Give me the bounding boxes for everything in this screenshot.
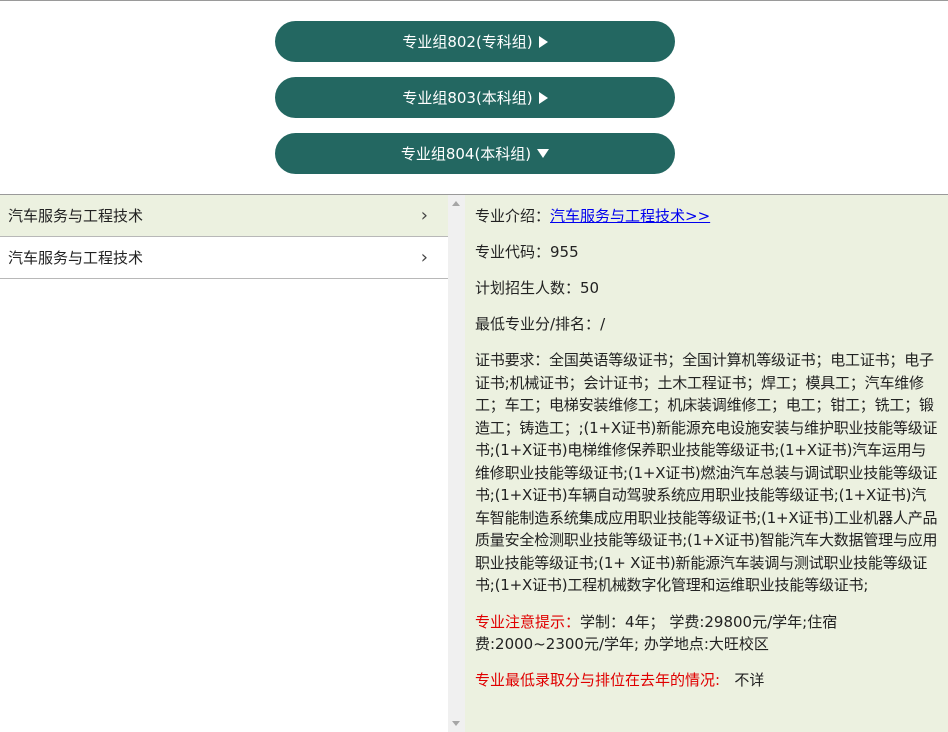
note-label: 专业注意提示：: [475, 612, 581, 631]
major-name: 汽车服务与工程技术: [8, 249, 144, 267]
group-button-label: 专业组804(本科组): [400, 145, 532, 163]
intro-row: 专业介绍：汽车服务与工程技术>>: [475, 205, 940, 227]
list-item[interactable]: 汽车服务与工程技术 ›: [0, 237, 448, 279]
major-list: 汽车服务与工程技术 › 汽车服务与工程技术 ›: [0, 195, 448, 732]
plan-value: 50: [580, 279, 600, 297]
list-item[interactable]: 汽车服务与工程技术 ›: [0, 195, 448, 237]
group-button-label: 专业组803(本科组): [402, 89, 533, 107]
scroll-down-arrow-icon[interactable]: [452, 721, 460, 726]
certificate-value: 全国英语等级证书；全国计算机等级证书；电工证书；电子证书;机械证书；会计证书；土…: [475, 351, 938, 594]
major-name: 汽车服务与工程技术: [8, 207, 144, 225]
code-value: 955: [550, 243, 579, 261]
triangle-right-icon: [538, 35, 548, 48]
major-detail-panel: 专业介绍：汽车服务与工程技术>> 专业代码：955 计划招生人数：50 最低专业…: [465, 195, 948, 732]
min-score-value: /: [600, 315, 606, 333]
note-row: 专业注意提示：学制：4年； 学费:29800元/学年;住宿费:2000~2300…: [475, 611, 940, 655]
code-label: 专业代码：: [475, 243, 551, 261]
group-button-802[interactable]: 专业组802(专科组): [275, 21, 675, 62]
triangle-down-icon: [537, 149, 550, 158]
min-score-label: 最低专业分/排名：: [475, 315, 601, 333]
certificate-label: 证书要求：: [475, 351, 550, 369]
scroll-up-arrow-icon[interactable]: [452, 201, 460, 206]
group-button-803[interactable]: 专业组803(本科组): [275, 77, 675, 118]
history-row: 专业最低录取分与排位在去年的情况: 不详: [475, 669, 940, 691]
scrollbar[interactable]: [448, 195, 465, 732]
chevron-right-icon: ›: [420, 205, 428, 226]
intro-link[interactable]: 汽车服务与工程技术>>: [550, 207, 710, 225]
major-group-buttons: 专业组802(专科组) 专业组803(本科组) 专业组804(本科组): [0, 0, 948, 194]
triangle-right-icon: [538, 91, 548, 104]
group-button-label: 专业组802(专科组): [402, 33, 533, 51]
history-value: 不详: [734, 670, 765, 689]
certificate-row: 证书要求：全国英语等级证书；全国计算机等级证书；电工证书；电子证书;机械证书；会…: [475, 349, 940, 597]
plan-label: 计划招生人数：: [475, 279, 581, 297]
history-label: 专业最低录取分与排位在去年的情况:: [475, 670, 721, 689]
chevron-right-icon: ›: [420, 247, 428, 268]
code-row: 专业代码：955: [475, 241, 940, 263]
group-button-804[interactable]: 专业组804(本科组): [275, 133, 675, 174]
plan-row: 计划招生人数：50: [475, 277, 940, 299]
intro-label: 专业介绍：: [475, 207, 551, 225]
min-score-row: 最低专业分/排名：/: [475, 313, 940, 335]
